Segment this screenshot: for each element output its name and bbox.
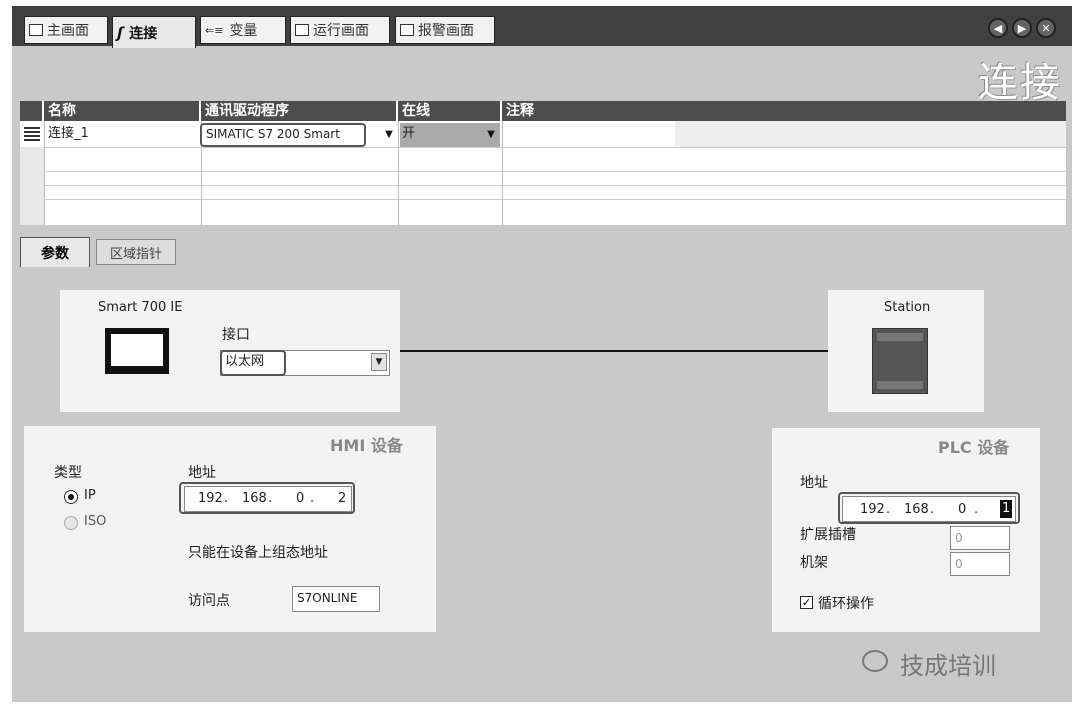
chevron-down-icon[interactable]: ▼: [371, 353, 387, 371]
hmi-model-label: Smart 700 IE: [98, 300, 183, 315]
cyclic-label: 循环操作: [818, 596, 874, 612]
tab-main-screen[interactable]: 主画面: [24, 16, 108, 44]
column-header-online[interactable]: 在线: [398, 101, 502, 121]
connection-icon: ʃ: [117, 23, 124, 42]
connection-name-cell[interactable]: 连接_1: [48, 123, 89, 145]
tab-label: 运行画面: [313, 23, 369, 39]
plc-ip-octet-4[interactable]: 1: [1000, 500, 1013, 518]
hmi-ip-octet-4[interactable]: 2: [338, 491, 346, 506]
tab-variables[interactable]: ⇐≡ 变量: [200, 16, 286, 44]
plc-ip-octet-1[interactable]: 192: [860, 502, 885, 517]
plc-section-title: PLC 设备: [938, 438, 1010, 457]
tab-alarm-screen[interactable]: 报警画面: [395, 16, 495, 44]
type-ip-radio[interactable]: [64, 490, 78, 504]
column-header-comment[interactable]: 注释: [502, 101, 1066, 121]
column-header-name[interactable]: 名称: [44, 101, 201, 121]
interface-label: 接口: [222, 327, 250, 343]
rack-label: 机架: [800, 555, 828, 571]
plc-address-label: 地址: [800, 475, 828, 491]
tab-label: 主画面: [47, 23, 89, 39]
tab-connections[interactable]: ʃ 连接: [112, 16, 196, 48]
type-iso-label: ISO: [84, 514, 107, 529]
row-header-corner: [20, 101, 44, 121]
page-title: 连接: [978, 60, 1062, 106]
column-header-driver[interactable]: 通讯驱动程序: [201, 101, 398, 121]
tab-area-pointer[interactable]: 区域指针: [96, 239, 176, 265]
access-point-label: 访问点: [188, 593, 230, 609]
screen-icon: [400, 24, 414, 36]
next-icon[interactable]: ▶: [1012, 18, 1032, 38]
wechat-icon: [862, 650, 888, 672]
variable-icon: ⇐≡: [205, 23, 224, 37]
hmi-address-label: 地址: [188, 465, 216, 481]
slot-field[interactable]: 0: [950, 526, 1010, 550]
tab-label: 变量: [229, 23, 258, 39]
screen-icon: [295, 24, 309, 36]
online-dropdown-icon[interactable]: ▼: [484, 125, 498, 145]
type-iso-radio[interactable]: [64, 516, 78, 530]
tab-parameters[interactable]: 参数: [20, 237, 90, 267]
hmi-ip-octet-3[interactable]: 0: [296, 491, 304, 506]
slot-label: 扩展插槽: [800, 527, 856, 543]
type-ip-label: IP: [84, 488, 96, 503]
previous-icon[interactable]: ◀: [988, 18, 1008, 38]
tab-label: 连接: [129, 25, 158, 42]
tab-label: 报警画面: [418, 23, 474, 39]
hmi-ip-octet-2[interactable]: 168: [242, 491, 267, 506]
access-point-field[interactable]: S7ONLINE: [292, 586, 380, 612]
hmi-ip-octet-1[interactable]: 192: [198, 491, 223, 506]
connections-table: 名称 通讯驱动程序 在线 注释 连接_1 SIMATIC S7 200 Smar…: [20, 101, 1066, 225]
interface-highlight: [220, 350, 286, 376]
rack-field[interactable]: 0: [950, 552, 1010, 576]
plc-ip-octet-3[interactable]: 0: [958, 502, 966, 517]
connection-line: [400, 350, 828, 352]
app-window: 主画面 ʃ 连接 ⇐≡ 变量 运行画面 报警画面 ◀ ▶ ✕ 连接 名称 通讯驱…: [12, 6, 1072, 702]
close-icon[interactable]: ✕: [1036, 18, 1056, 38]
tab-runtime-screen[interactable]: 运行画面: [290, 16, 390, 44]
watermark-text: 技成培训: [900, 652, 996, 680]
online-cell: 开: [402, 126, 416, 141]
type-label: 类型: [54, 465, 82, 481]
hmi-panel-icon: [105, 328, 169, 374]
station-label: Station: [884, 300, 931, 315]
hmi-address-note: 只能在设备上组态地址: [188, 545, 328, 561]
screen-icon: [29, 24, 43, 36]
hmi-section-title: HMI 设备: [330, 436, 403, 455]
driver-dropdown-icon[interactable]: ▼: [382, 125, 396, 145]
cyclic-checkbox[interactable]: ✓: [800, 596, 813, 609]
row-selector-icon[interactable]: [24, 127, 40, 141]
plc-ip-octet-2[interactable]: 168: [904, 502, 929, 517]
plc-station-icon: [872, 328, 928, 394]
driver-cell[interactable]: SIMATIC S7 200 Smart: [206, 123, 340, 145]
